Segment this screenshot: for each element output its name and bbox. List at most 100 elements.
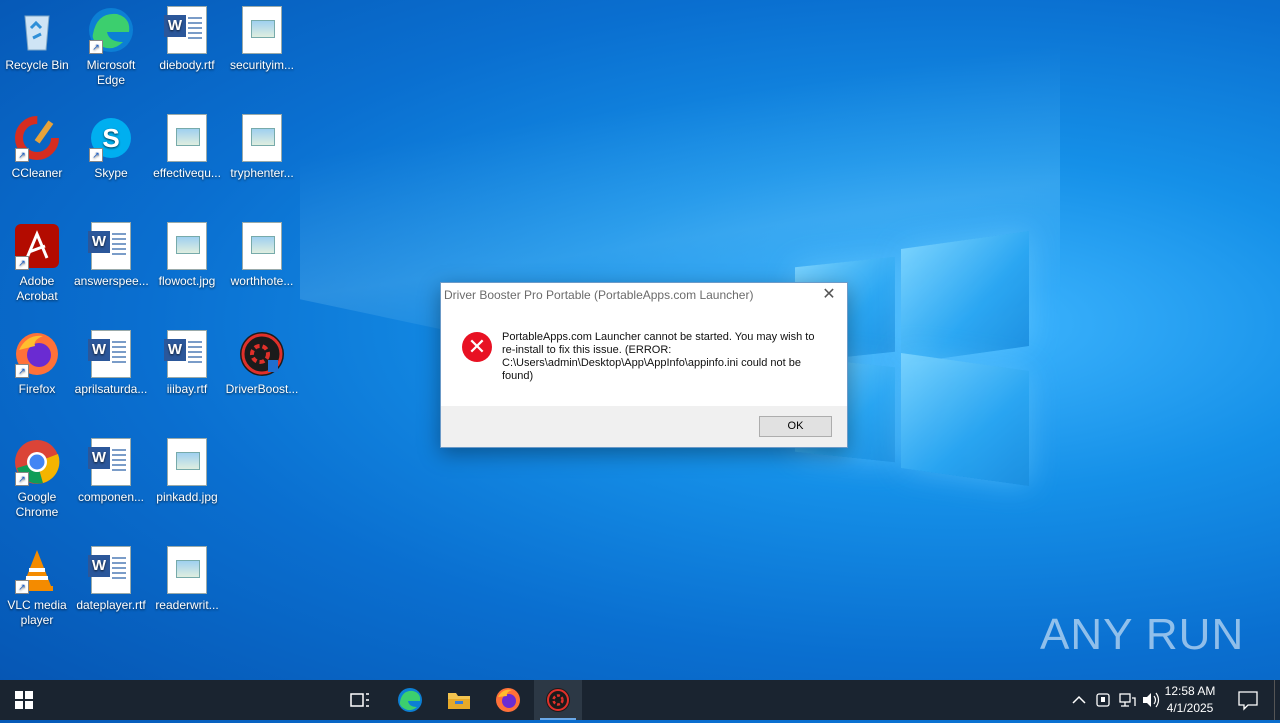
icon-label: Google Chrome: [15, 490, 59, 519]
icon-label: securityim...: [229, 58, 294, 72]
icon-label: Adobe Acrobat: [16, 274, 58, 303]
speaker-icon: [1143, 692, 1160, 708]
icon-label: aprilsaturda...: [74, 382, 148, 396]
icon-label: answerspee...: [74, 274, 149, 288]
desktop-icon-worthhote[interactable]: worthhote...: [225, 216, 299, 289]
image-file-icon: [238, 114, 286, 162]
icon-label: effectivequ...: [153, 166, 221, 180]
taskbar-file-explorer[interactable]: [435, 680, 483, 720]
task-view-icon: [350, 693, 369, 707]
desktop-icon-diebody[interactable]: W diebody.rtf: [150, 0, 224, 73]
image-file-icon: [238, 222, 286, 270]
dialog-message: PortableApps.com Launcher cannot be star…: [502, 331, 815, 382]
desktop-icon-skype[interactable]: S ↗ Skype: [74, 108, 148, 181]
desktop-icon-iiibay[interactable]: W iiibay.rtf: [150, 324, 224, 397]
chrome-icon: ↗: [13, 438, 61, 486]
icon-label: flowoct.jpg: [158, 274, 216, 288]
notification-icon: [1238, 691, 1258, 711]
clock-time: 12:58 AM: [1164, 684, 1216, 698]
desktop-icon-securityim[interactable]: securityim...: [225, 0, 299, 73]
icon-label: Microsoft Edge: [86, 58, 136, 87]
icon-label: dateplayer.rtf: [76, 598, 146, 612]
icon-label: Firefox: [18, 382, 56, 396]
icon-label: tryphenter...: [230, 166, 294, 180]
image-file-icon: [163, 114, 211, 162]
icon-label: VLC media player: [7, 598, 67, 627]
desktop-icon-readerwrit[interactable]: readerwrit...: [150, 540, 224, 613]
error-icon: ✕: [462, 332, 492, 362]
taskbar-driver-booster[interactable]: [534, 680, 582, 720]
icon-label: pinkadd.jpg: [156, 490, 218, 504]
driver-booster-icon: [546, 688, 570, 712]
desktop-icon-driverbooster[interactable]: DriverBoost...: [225, 324, 299, 397]
icon-label: Recycle Bin: [5, 58, 69, 72]
svg-text:S: S: [102, 123, 119, 153]
skype-icon: S ↗: [87, 114, 135, 162]
firefox-icon: ↗: [13, 330, 61, 378]
word-document-icon: W: [163, 330, 211, 378]
start-button[interactable]: [0, 680, 48, 720]
icon-label: readerwrit...: [155, 598, 219, 612]
desktop-icon-aprilsaturda[interactable]: W aprilsaturda...: [74, 324, 148, 397]
image-file-icon: [163, 546, 211, 594]
icon-label: diebody.rtf: [159, 58, 215, 72]
desktop-icon-vlc[interactable]: ↗ VLC media player: [0, 540, 74, 628]
word-document-icon: W: [163, 6, 211, 54]
desktop-icon-microsoft-edge[interactable]: ↗ Microsoft Edge: [74, 0, 148, 88]
desktop-icon-effectivequ[interactable]: effectivequ...: [150, 108, 224, 181]
tray-device-icon: [1096, 693, 1110, 707]
adobe-acrobat-icon: ↗: [13, 222, 61, 270]
icon-label: worthhote...: [230, 274, 294, 288]
dialog-title: Driver Booster Pro Portable (PortableApp…: [444, 288, 754, 302]
vlc-cone-icon: ↗: [13, 546, 61, 594]
icon-label: CCleaner: [11, 166, 63, 180]
desktop-icon-answerspee[interactable]: W answerspee...: [74, 216, 149, 289]
word-document-icon: W: [87, 546, 135, 594]
folder-icon: [448, 693, 470, 709]
notification-center-button[interactable]: [1236, 680, 1260, 720]
icon-label: DriverBoost...: [225, 382, 299, 396]
tray-overflow[interactable]: [1068, 680, 1090, 720]
network-icon: [1119, 693, 1136, 707]
close-icon[interactable]: ✕: [819, 285, 839, 305]
desktop-icon-dateplayer[interactable]: W dateplayer.rtf: [74, 540, 148, 613]
edge-icon: [398, 688, 422, 712]
desktop-icon-ccleaner[interactable]: ↗ CCleaner: [0, 108, 74, 181]
windows-start-icon: [15, 691, 33, 709]
show-desktop-button[interactable]: [1274, 680, 1280, 720]
clock-date: 4/1/2025: [1166, 701, 1214, 715]
taskbar: 12:58 AM 4/1/2025: [0, 680, 1280, 720]
tray-volume[interactable]: [1140, 680, 1162, 720]
desktop-icon-tryphenter[interactable]: tryphenter...: [225, 108, 299, 181]
task-view-button[interactable]: [336, 680, 384, 720]
desktop-icon-componen[interactable]: W componen...: [74, 432, 148, 505]
image-file-icon: [238, 6, 286, 54]
firefox-icon: [496, 688, 520, 712]
anyrun-watermark: ANY RUN: [1040, 610, 1245, 659]
system-clock[interactable]: 12:58 AM 4/1/2025: [1160, 683, 1220, 717]
edge-icon: ↗: [87, 6, 135, 54]
ccleaner-icon: ↗: [13, 114, 61, 162]
word-document-icon: W: [87, 438, 135, 486]
desktop-icon-google-chrome[interactable]: ↗ Google Chrome: [0, 432, 74, 520]
word-document-icon: W: [87, 222, 135, 270]
desktop-icon-recycle-bin[interactable]: Recycle Bin: [0, 0, 74, 73]
tray-network[interactable]: [1116, 680, 1138, 720]
error-dialog: Driver Booster Pro Portable (PortableApp…: [440, 282, 848, 448]
desktop-icon-pinkadd[interactable]: pinkadd.jpg: [150, 432, 224, 505]
image-file-icon: [163, 438, 211, 486]
icon-label: componen...: [77, 490, 145, 504]
driver-booster-icon: [238, 330, 286, 378]
desktop-icon-adobe-acrobat[interactable]: ↗ Adobe Acrobat: [0, 216, 74, 304]
recycle-bin-icon: [13, 6, 61, 54]
chevron-up-icon: [1072, 695, 1086, 704]
ok-button[interactable]: OK: [759, 416, 832, 437]
taskbar-firefox[interactable]: [484, 680, 532, 720]
tray-app[interactable]: [1092, 680, 1114, 720]
desktop-icon-flowoct[interactable]: flowoct.jpg: [150, 216, 224, 289]
taskbar-edge[interactable]: [386, 680, 434, 720]
dialog-footer: OK: [441, 406, 847, 447]
image-file-icon: [163, 222, 211, 270]
word-document-icon: W: [87, 330, 135, 378]
desktop-icon-firefox[interactable]: ↗ Firefox: [0, 324, 74, 397]
